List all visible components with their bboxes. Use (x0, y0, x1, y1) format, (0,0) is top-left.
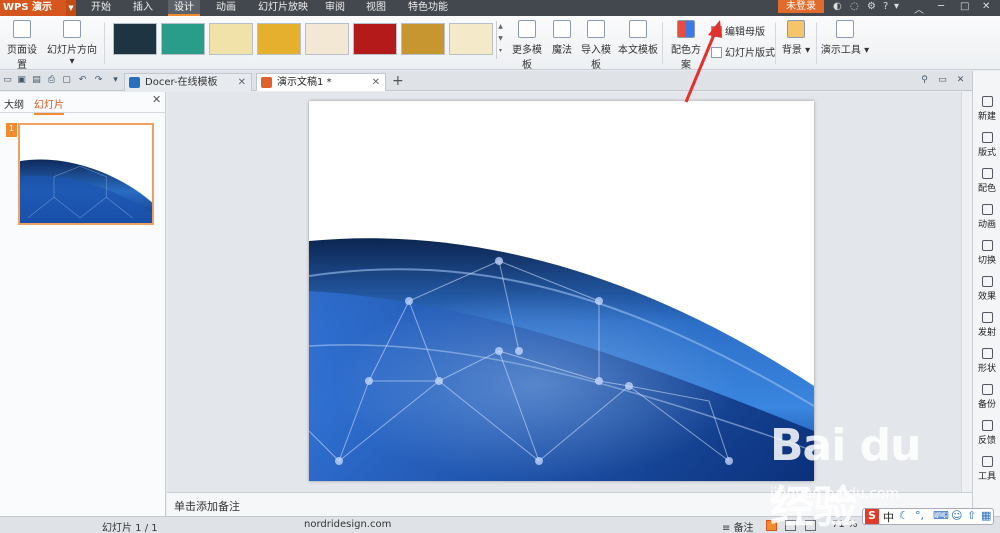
baidu-watermark: Bai du 经验 jingyan.baidu.com (770, 420, 970, 533)
punctuation-icon: °, (915, 509, 924, 522)
ime-mode: 中 (883, 511, 894, 524)
watermark-url: jingyan.baidu.com (770, 486, 900, 502)
grid-icon: ▦ (981, 509, 992, 522)
user-icon: ☺ (951, 509, 963, 522)
upload-icon: ⇧ (967, 509, 977, 522)
sogou-icon: S (865, 509, 879, 524)
moon-icon: ☾ (899, 509, 909, 522)
keyboard-icon: ⌨ (933, 509, 949, 522)
ime-toolbar[interactable]: S 中 ☾ °, ⌨ ☺ ⇧ ▦ (862, 508, 994, 525)
wps-presentation-window: WPS 演示 ▼ 开始 插入 设计 动画 幻灯片放映 审阅 视图 特色功能 未登… (0, 0, 1000, 533)
